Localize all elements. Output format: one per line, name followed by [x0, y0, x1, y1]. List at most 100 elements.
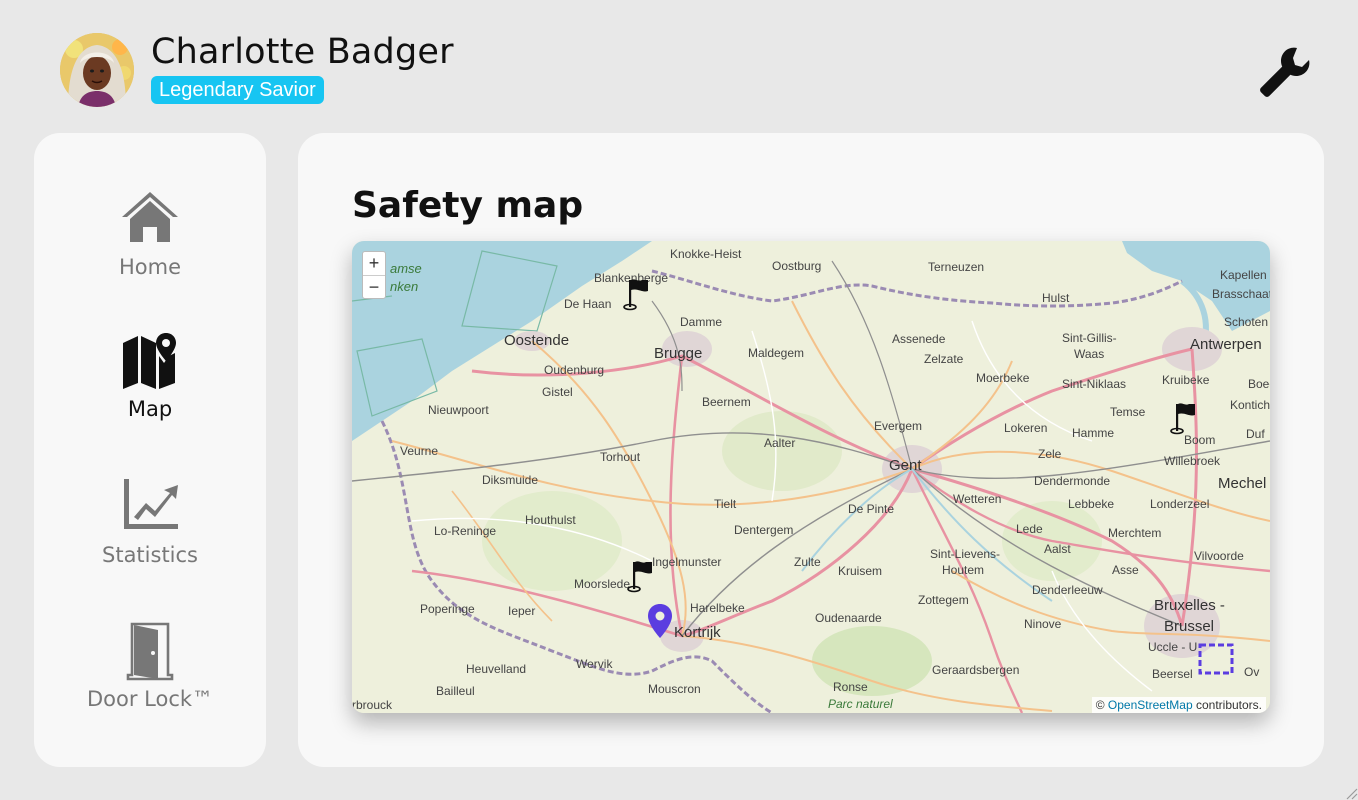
header: Charlotte Badger Legendary Savior — [0, 0, 1358, 120]
map-town-label: Oostburg — [772, 259, 822, 273]
map-town-label: Brasschaat — [1212, 287, 1270, 301]
map-town-label: Zulte — [794, 555, 821, 569]
user-title-badge: Legendary Savior — [151, 76, 324, 104]
map-town-label: Gent — [889, 457, 922, 474]
map-town-label: Mouscron — [648, 682, 701, 696]
map-town-label: Vilvoorde — [1194, 549, 1244, 563]
map-town-label: Beersel — [1152, 667, 1193, 681]
sidebar: Home Map Statistics Door Lock™ — [34, 133, 266, 767]
flag-marker-icon[interactable] — [1167, 401, 1197, 435]
map-town-label: Wetteren — [953, 492, 1002, 506]
zoom-out-button[interactable]: − — [363, 275, 385, 298]
map-town-label: Moerbeke — [976, 371, 1030, 385]
flag-marker-icon[interactable] — [624, 559, 654, 593]
map-town-label: Gistel — [542, 385, 573, 399]
map-town-label: Lo-Reninge — [434, 524, 497, 538]
map-sea-label: nken — [390, 279, 419, 294]
map-town-label: Maldegem — [748, 346, 805, 360]
map-town-label: Houtem — [942, 563, 985, 577]
map-town-label: Uccle - U — [1148, 640, 1198, 654]
map-town-label: rbrouck — [352, 698, 393, 712]
map-town-label: Diksmuide — [482, 473, 539, 487]
map-town-label: Kruisem — [838, 564, 883, 578]
nav-label-map: Map — [127, 397, 173, 421]
map-town-label: Beernem — [702, 395, 751, 409]
nav-item-statistics[interactable]: Statistics — [34, 477, 266, 587]
attribution-suffix: contributors. — [1195, 698, 1262, 712]
map-town-label: Kapellen — [1220, 268, 1267, 282]
zoom-control: + − — [362, 251, 386, 299]
nav-item-home[interactable]: Home — [34, 189, 266, 299]
wrench-icon[interactable] — [1257, 44, 1313, 100]
map-attribution: © OpenStreetMap contributors. — [1091, 697, 1266, 713]
map-town-label: Assenede — [892, 332, 946, 346]
openstreetmap-link[interactable]: OpenStreetMap — [1108, 698, 1193, 712]
nav-label-statistics: Statistics — [102, 543, 198, 567]
map-town-label: Oostende — [504, 332, 570, 349]
map-town-label: Aalter — [764, 436, 796, 450]
map-town-label: Hamme — [1072, 426, 1115, 440]
map-town-label: Aalst — [1044, 542, 1071, 556]
location-pin-icon[interactable] — [647, 603, 673, 639]
map-town-label: Lebbeke — [1068, 497, 1115, 511]
nav-item-door-lock[interactable]: Door Lock™ — [34, 621, 266, 731]
map-town-label: Sint-Lievens- — [930, 547, 1001, 561]
map-town-label: Torhout — [600, 450, 641, 464]
map-town-label: Terneuzen — [928, 260, 985, 274]
map-town-label: Antwerpen — [1190, 336, 1262, 353]
nav-label-door-lock: Door Lock™ — [86, 687, 214, 711]
nav-label-home: Home — [118, 255, 181, 279]
map-town-label: Kortrijk — [674, 624, 721, 641]
map-town-label: Londerzeel — [1150, 497, 1210, 511]
map-town-label: Knokke-Heist — [670, 247, 742, 261]
safety-map[interactable]: amse nken Knokke-Heist Blankenberge De H… — [352, 241, 1270, 713]
map-town-label: Boom — [1184, 433, 1216, 447]
map-town-label: Boecho — [1248, 377, 1270, 391]
avatar[interactable] — [60, 33, 134, 107]
user-name: Charlotte Badger — [151, 32, 454, 72]
map-town-label: Oudenaarde — [815, 611, 882, 625]
map-town-label: Ninove — [1024, 617, 1062, 631]
map-town-label: Poperinge — [420, 602, 475, 616]
map-town-label: Duf — [1246, 427, 1265, 441]
map-town-label: Ov — [1244, 665, 1260, 679]
map-town-label: Brugge — [654, 345, 703, 362]
map-town-label: Ronse — [833, 680, 868, 694]
home-icon — [122, 192, 178, 242]
map-town-label: Sint-Niklaas — [1062, 377, 1127, 391]
map-town-label: De Pinte — [848, 502, 895, 516]
map-town-label: Evergem — [874, 419, 923, 433]
zoom-in-button[interactable]: + — [363, 252, 385, 275]
map-town-label: Zottegem — [918, 593, 969, 607]
map-town-label: Denderleeuw — [1032, 583, 1103, 597]
map-town-label: Dentergem — [734, 523, 794, 537]
map-town-label: Merchtem — [1108, 526, 1162, 540]
map-town-label: Harelbeke — [690, 601, 745, 615]
map-town-label: Wervik — [576, 657, 613, 671]
map-town-label: Tielt — [714, 497, 737, 511]
map-town-label: Asse — [1112, 563, 1139, 577]
map-town-label: Ingelmunster — [652, 555, 722, 569]
map-town-label: Veurne — [400, 444, 439, 458]
flag-marker-icon[interactable] — [620, 277, 650, 311]
map-town-label: Schoten — [1224, 315, 1269, 329]
map-town-label: De Haan — [564, 297, 612, 311]
door-icon — [126, 622, 174, 681]
map-town-label: Lokeren — [1004, 421, 1048, 435]
map-town-label: Willebroek — [1164, 454, 1221, 468]
map-sea-label: amse — [390, 261, 422, 276]
map-town-label: Hulst — [1042, 291, 1070, 305]
nav-item-map[interactable]: Map — [34, 331, 266, 441]
map-town-label: Geraardsbergen — [932, 663, 1020, 677]
page-title: Safety map — [352, 185, 584, 226]
chart-icon — [124, 479, 178, 529]
map-town-label: Oudenburg — [544, 363, 605, 377]
map-town-label: Kontich — [1230, 398, 1270, 412]
resize-handle-icon[interactable] — [1344, 786, 1358, 800]
map-town-label: Damme — [680, 315, 723, 329]
map-town-label: Zele — [1038, 447, 1062, 461]
map-town-label: Bruxelles - — [1154, 597, 1225, 614]
map-town-label: Waas — [1074, 347, 1105, 361]
map-town-label: Sint-Gillis- — [1062, 331, 1117, 345]
fullscreen-icon[interactable] — [1198, 643, 1234, 675]
